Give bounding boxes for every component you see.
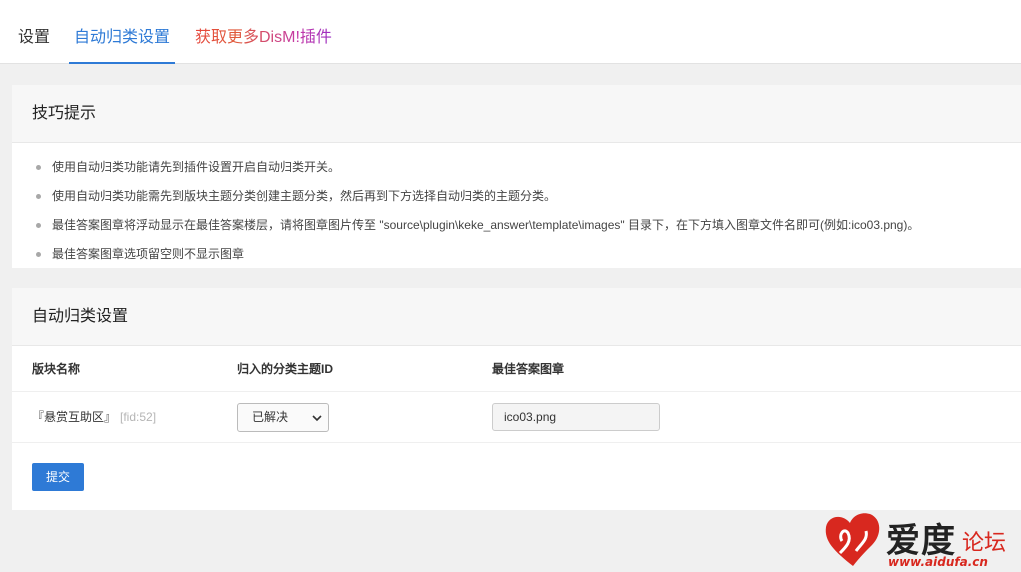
tips-list: 使用自动归类功能请先到插件设置开启自动归类开关。 使用自动归类功能需先到版块主题… bbox=[12, 143, 1021, 269]
forum-id: [fid:52] bbox=[120, 410, 157, 424]
top-nav: 设置 自动归类设置 获取更多DisM!插件 bbox=[0, 0, 1021, 64]
tab-auto-classify[interactable]: 自动归类设置 bbox=[69, 0, 175, 64]
category-select-value: 已解决 bbox=[252, 410, 289, 424]
tips-panel: 技巧提示 使用自动归类功能请先到插件设置开启自动归类开关。 使用自动归类功能需先… bbox=[12, 85, 1021, 268]
category-select[interactable]: 已解决 bbox=[237, 403, 329, 432]
watermark-logo: 爱度 论坛 www.aidufa.cn bbox=[822, 511, 1021, 572]
watermark-url: www.aidufa.cn bbox=[888, 555, 988, 569]
column-header-stamp: 最佳答案图章 bbox=[492, 362, 565, 376]
column-header-category-id: 归入的分类主题ID bbox=[237, 362, 334, 376]
tab-settings[interactable]: 设置 bbox=[18, 0, 50, 64]
tips-title: 技巧提示 bbox=[12, 85, 1021, 143]
bullet-icon bbox=[36, 165, 41, 170]
watermark-suffix: 论坛 bbox=[962, 531, 1007, 556]
table-header: 版块名称 归入的分类主题ID 最佳答案图章 bbox=[12, 346, 1021, 392]
list-item: 使用自动归类功能请先到插件设置开启自动归类开关。 bbox=[12, 153, 1021, 182]
chevron-down-icon bbox=[312, 415, 322, 422]
list-item: 使用自动归类功能需先到版块主题分类创建主题分类，然后再到下方选择自动归类的主题分… bbox=[12, 182, 1021, 211]
list-item: 最佳答案图章将浮动显示在最佳答案楼层，请将图章图片传至 "source\plug… bbox=[12, 211, 1021, 240]
bullet-icon bbox=[36, 252, 41, 257]
table-row: 『悬赏互助区』 [fid:52] 已解决 ico03.png bbox=[12, 392, 1021, 443]
submit-button[interactable]: 提交 bbox=[32, 463, 84, 491]
bullet-icon bbox=[36, 223, 41, 228]
heart-logo-icon bbox=[825, 513, 880, 566]
tab-more-plugins[interactable]: 获取更多DisM!插件 bbox=[195, 0, 332, 64]
forum-name: 『悬赏互助区』 [fid:52] bbox=[32, 410, 157, 424]
stamp-input[interactable]: ico03.png bbox=[492, 403, 660, 431]
auto-classify-form: 自动归类设置 版块名称 归入的分类主题ID 最佳答案图章 『悬赏互助区』 [fid… bbox=[12, 288, 1021, 510]
column-header-forum: 版块名称 bbox=[32, 362, 81, 376]
bullet-icon bbox=[36, 194, 41, 199]
form-title: 自动归类设置 bbox=[12, 288, 1021, 346]
list-item: 最佳答案图章选项留空则不显示图章 bbox=[12, 240, 1021, 269]
